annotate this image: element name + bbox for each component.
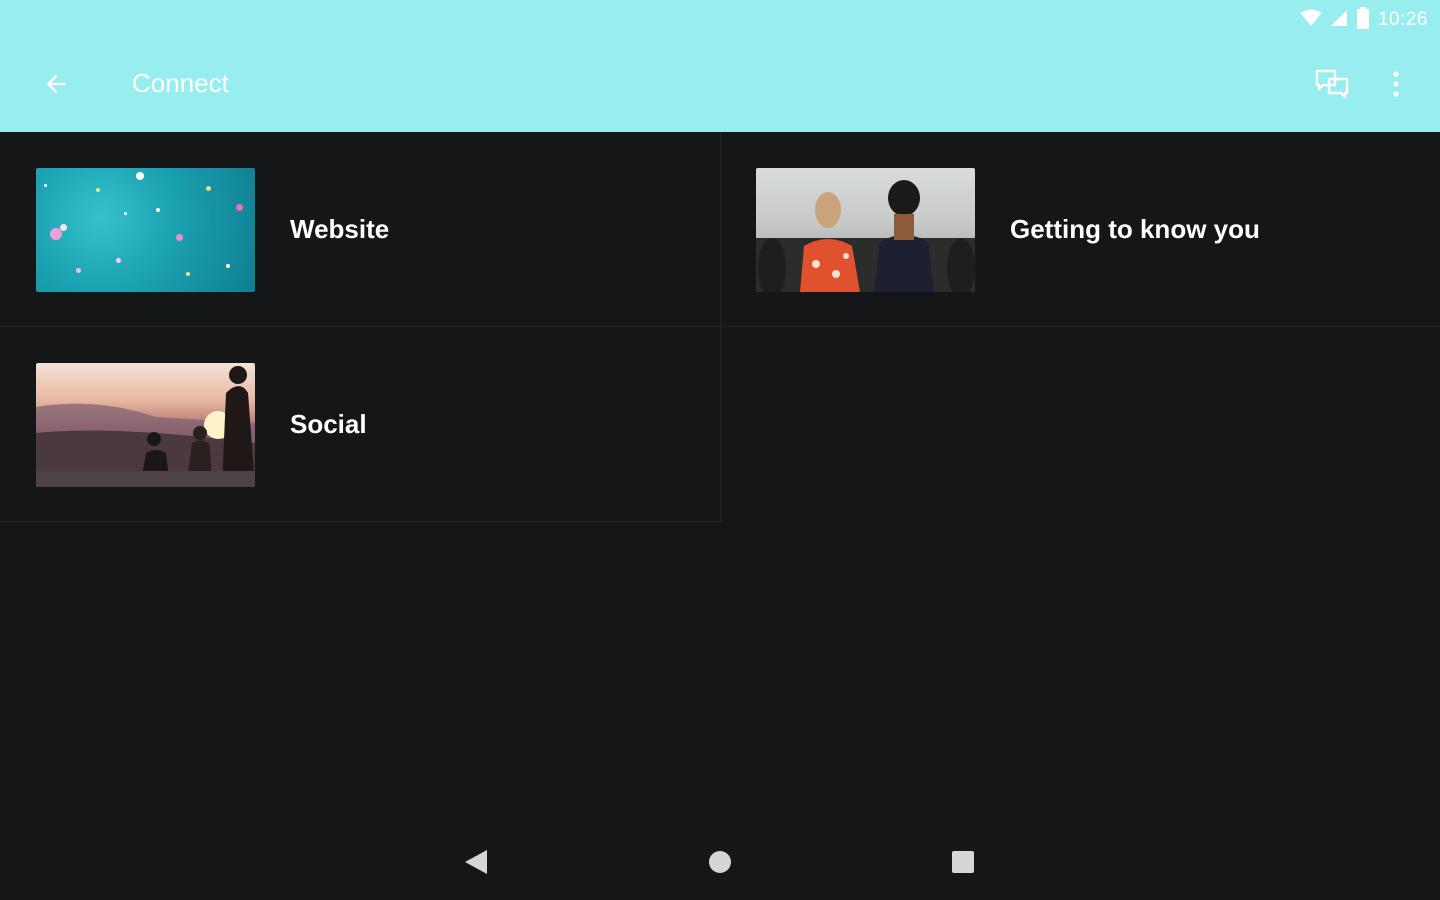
- back-triangle-icon: [463, 848, 489, 881]
- status-bar: 10:26: [1300, 6, 1428, 34]
- card-label-website: Website: [290, 214, 390, 244]
- card-label-social: Social: [290, 409, 367, 439]
- card-social[interactable]: Social: [0, 327, 721, 522]
- status-time: 10:26: [1377, 9, 1428, 30]
- back-button[interactable]: [36, 66, 76, 106]
- home-circle-icon: [707, 849, 733, 880]
- card-getting-to-know-you[interactable]: Getting to know you: [721, 132, 1440, 327]
- nav-back-button[interactable]: [452, 840, 500, 888]
- card-website[interactable]: Website: [0, 132, 721, 327]
- page-title: Connect: [132, 68, 229, 98]
- more-vert-icon: [1392, 70, 1400, 103]
- app-screen: 10:26 Connect Website Getting to know yo…: [0, 0, 1440, 900]
- arrow-back-icon: [42, 70, 70, 103]
- system-nav-bar: [0, 826, 1440, 900]
- chat-button[interactable]: [1310, 64, 1354, 108]
- card-label-getting-to-know-you: Getting to know you: [1010, 214, 1260, 244]
- battery-icon: [1356, 6, 1370, 34]
- wifi-icon: [1300, 9, 1322, 32]
- signal-icon: [1330, 9, 1348, 32]
- chat-icon: [1315, 69, 1349, 104]
- recents-square-icon: [950, 849, 976, 880]
- nav-home-button[interactable]: [696, 840, 744, 888]
- thumbnail-confetti: [36, 168, 255, 292]
- thumbnail-sunset: [36, 363, 255, 487]
- thumbnail-people: [756, 168, 975, 292]
- nav-recents-button[interactable]: [939, 840, 987, 888]
- app-bar: 10:26 Connect: [0, 0, 1440, 132]
- more-options-button[interactable]: [1378, 64, 1414, 108]
